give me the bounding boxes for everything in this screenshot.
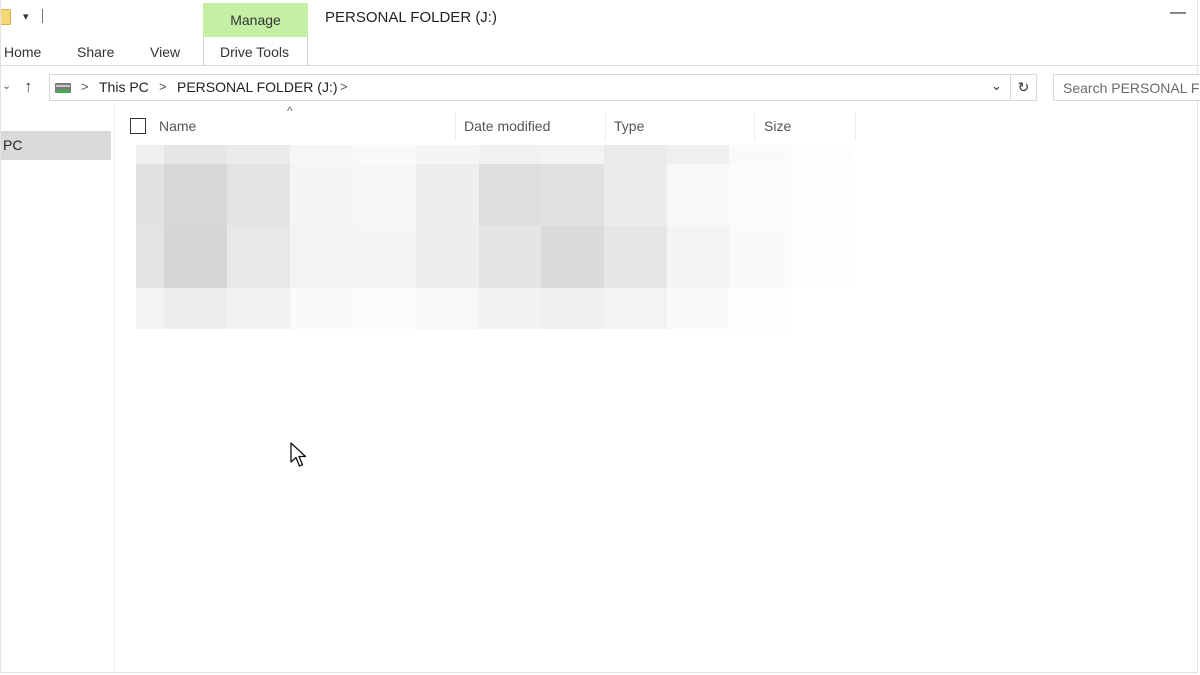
breadcrumb-this-pc[interactable]: This PC bbox=[99, 79, 149, 95]
redaction-pixel bbox=[164, 288, 227, 329]
redaction-pixel bbox=[479, 145, 541, 164]
redaction-pixel bbox=[290, 226, 353, 288]
window-title: PERSONAL FOLDER (J:) bbox=[325, 9, 497, 26]
tab-drive-tools[interactable]: Drive Tools bbox=[220, 44, 289, 60]
column-header-size[interactable]: Size bbox=[764, 118, 791, 148]
breadcrumb-personal-folder[interactable]: PERSONAL FOLDER (J:) bbox=[177, 79, 338, 95]
redaction-pixel bbox=[729, 226, 791, 288]
redaction-pixel bbox=[479, 164, 541, 226]
redaction-pixel bbox=[604, 288, 667, 329]
search-box[interactable] bbox=[1053, 74, 1200, 101]
tab-home[interactable]: Home bbox=[4, 44, 41, 60]
redaction-pixel bbox=[479, 288, 541, 329]
redaction-pixel bbox=[227, 288, 290, 329]
redaction-pixel bbox=[416, 288, 479, 329]
redaction-pixel bbox=[164, 164, 227, 226]
redaction-pixel bbox=[290, 164, 353, 226]
redaction-pixel bbox=[164, 145, 227, 164]
quick-access-dropdown-icon[interactable]: ▾ bbox=[23, 10, 29, 23]
redaction-pixel bbox=[604, 226, 667, 288]
redaction-pixel bbox=[353, 145, 416, 164]
redaction-pixel bbox=[729, 288, 791, 329]
up-arrow-icon[interactable]: ↑ bbox=[24, 77, 33, 97]
ribbon-contextual-group-manage: Manage bbox=[203, 3, 308, 37]
redaction-pixel bbox=[729, 164, 791, 226]
nav-item-this-pc[interactable]: PC bbox=[1, 131, 111, 160]
address-bar[interactable]: > This PC > PERSONAL FOLDER (J:) > ⌄ bbox=[49, 74, 1011, 101]
redaction-pixel bbox=[290, 145, 353, 164]
breadcrumb-separator[interactable]: > bbox=[81, 79, 89, 94]
redaction-pixel bbox=[791, 288, 852, 329]
redaction-pixel bbox=[791, 145, 852, 164]
select-all-checkbox[interactable] bbox=[130, 118, 146, 134]
redaction-pixel bbox=[667, 288, 729, 329]
redaction-pixel bbox=[136, 226, 164, 288]
redaction-pixel bbox=[353, 288, 416, 329]
redaction-pixel bbox=[136, 164, 164, 226]
address-history-chevron-icon[interactable]: ⌄ bbox=[991, 78, 1002, 94]
column-divider[interactable] bbox=[455, 112, 456, 141]
redaction-pixel bbox=[791, 164, 852, 226]
navigation-pane: PC bbox=[1, 102, 115, 673]
column-divider[interactable] bbox=[605, 112, 606, 141]
redaction-pixel bbox=[227, 145, 290, 164]
sort-ascending-icon: ^ bbox=[287, 104, 293, 118]
redaction-pixel bbox=[541, 164, 604, 226]
redaction-pixel bbox=[604, 164, 667, 226]
redaction-pixel bbox=[541, 226, 604, 288]
tab-view[interactable]: View bbox=[150, 44, 180, 60]
redaction-pixel bbox=[667, 145, 729, 164]
folder-icon[interactable] bbox=[1, 9, 11, 25]
breadcrumb-separator[interactable]: > bbox=[340, 79, 348, 94]
redaction-pixel bbox=[667, 164, 729, 226]
drive-icon bbox=[55, 83, 71, 93]
redaction-pixel bbox=[353, 226, 416, 288]
redaction-pixel bbox=[227, 226, 290, 288]
redaction-pixel bbox=[541, 145, 604, 164]
mouse-cursor-icon bbox=[290, 442, 307, 467]
redaction-pixel bbox=[416, 226, 479, 288]
redaction-pixel bbox=[227, 164, 290, 226]
column-divider[interactable] bbox=[754, 112, 755, 141]
redaction-pixel bbox=[136, 145, 164, 164]
recent-locations-chevron-icon[interactable]: ⌄ bbox=[2, 79, 11, 92]
redaction-pixel bbox=[416, 145, 479, 164]
redaction-pixel bbox=[416, 164, 479, 226]
column-header-date-modified[interactable]: Date modified bbox=[464, 118, 550, 148]
column-header-name[interactable]: Name bbox=[159, 118, 196, 148]
redaction-pixel bbox=[604, 145, 667, 164]
quick-access-separator bbox=[42, 9, 43, 23]
redaction-pixel bbox=[541, 288, 604, 329]
redaction-pixel bbox=[353, 164, 416, 226]
redaction-pixel bbox=[791, 226, 852, 288]
refresh-button[interactable]: ↻ bbox=[1011, 74, 1037, 101]
breadcrumb-separator[interactable]: > bbox=[159, 79, 167, 94]
redaction-pixel bbox=[164, 226, 227, 288]
redaction-pixel bbox=[729, 145, 791, 164]
search-input[interactable] bbox=[1054, 75, 1200, 100]
redaction-pixel bbox=[136, 288, 164, 329]
file-explorer-window: ▾ PERSONAL FOLDER (J:) — Manage Home Sha… bbox=[0, 0, 1200, 673]
ribbon-divider bbox=[1, 65, 1199, 66]
minimize-button[interactable]: — bbox=[1163, 4, 1193, 28]
redaction-pixel bbox=[290, 288, 353, 329]
column-divider[interactable] bbox=[855, 112, 856, 141]
column-header-type[interactable]: Type bbox=[614, 118, 644, 148]
redaction-pixel bbox=[479, 226, 541, 288]
redacted-file-list bbox=[136, 145, 852, 329]
tab-share[interactable]: Share bbox=[77, 44, 114, 60]
redaction-pixel bbox=[667, 226, 729, 288]
